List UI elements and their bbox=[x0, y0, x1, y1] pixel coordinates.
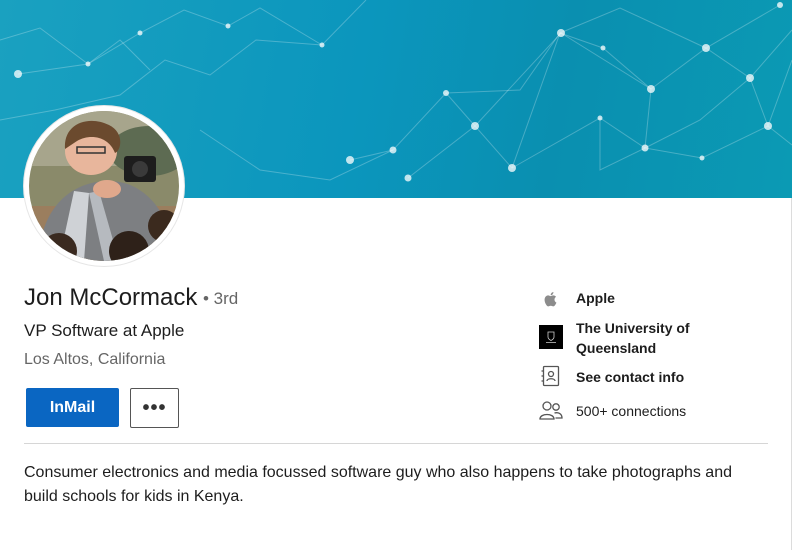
connection-degree: • 3rd bbox=[203, 289, 239, 308]
inmail-button[interactable]: InMail bbox=[26, 388, 119, 427]
profile-photo-image bbox=[29, 111, 179, 261]
profile-headline: VP Software at Apple bbox=[24, 321, 185, 340]
profile-location: Los Altos, California bbox=[24, 351, 166, 368]
school-name-line2: Queensland bbox=[576, 340, 657, 356]
more-icon: ••• bbox=[142, 397, 167, 419]
company-link[interactable]: Apple bbox=[576, 288, 615, 308]
more-actions-button[interactable]: ••• bbox=[130, 388, 179, 428]
school-link[interactable]: The University of Queensland bbox=[576, 318, 690, 358]
university-logo-icon bbox=[539, 325, 563, 349]
contact-info-link[interactable]: See contact info bbox=[576, 367, 684, 387]
section-divider bbox=[24, 443, 768, 444]
profile-name: Jon McCormack bbox=[24, 284, 198, 311]
school-name-line1: The University of bbox=[576, 320, 690, 336]
about-summary: Consumer electronics and media focussed … bbox=[24, 464, 732, 505]
people-icon bbox=[538, 398, 563, 422]
profile-photo[interactable] bbox=[24, 106, 184, 266]
contact-card-icon bbox=[539, 364, 563, 388]
apple-logo-icon bbox=[539, 287, 563, 311]
connections-link[interactable]: 500+ connections bbox=[576, 401, 686, 421]
profile-card: Jon McCormack • 3rd VP Software at Apple… bbox=[0, 0, 792, 550]
